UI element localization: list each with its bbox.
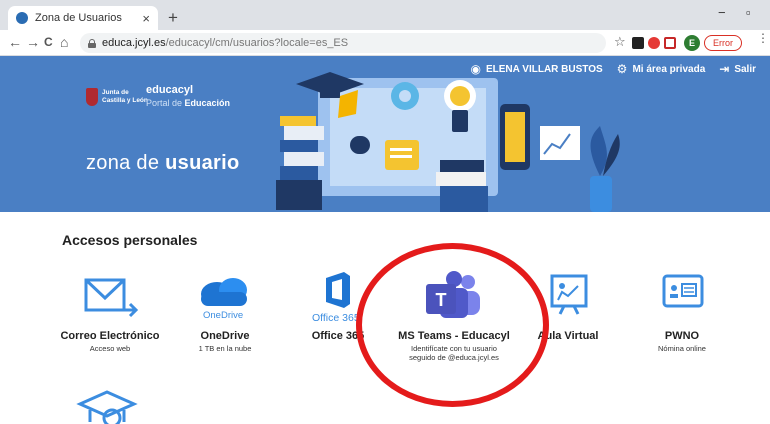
user-name: ELENA VILLAR BUSTOS [485,63,603,75]
browser-tabbar: Zona de Usuarios × + − ▫ [0,0,770,30]
profile-avatar[interactable]: E [684,35,700,51]
close-tab-icon[interactable]: × [142,11,150,26]
header-banner: ◉ ELENA VILLAR BUSTOS ⚙ Mi área privada … [0,56,770,212]
zone-prefix: zona de [86,152,160,174]
banner-illustration [276,72,620,212]
browser-menu-icon[interactable]: ⋮ [757,32,769,44]
bookmark-star-icon[interactable]: ☆ [614,34,626,50]
lock-icon [88,38,96,48]
url-host: educa.jcyl.es [102,37,166,49]
browser-toolbar: ← → C ⌂ educa.jcyl.es /educacyl/cm/usuar… [0,30,770,56]
card-sub: 1 TB en la nube [198,344,252,353]
educacyl-logo[interactable]: educacyl Portal de Educación [146,84,230,110]
browser-tab[interactable]: Zona de Usuarios × [8,6,158,30]
logout-label: Salir [734,63,756,75]
payroll-icon [662,274,704,308]
tab-title: Zona de Usuarios [35,12,122,24]
card-sub: Nómina online [658,344,706,353]
portal-name: educacyl [146,84,194,96]
extension-icon-2[interactable] [648,37,660,49]
reload-button[interactable]: C [44,35,53,49]
address-bar[interactable]: educa.jcyl.es /educacyl/cm/usuarios?loca… [80,33,606,53]
user-bar: ◉ ELENA VILLAR BUSTOS ⚙ Mi área privada … [471,62,770,76]
home-button[interactable]: ⌂ [60,34,68,50]
extension-icon-3[interactable] [664,37,676,49]
portal-sub-bold: Educación [184,98,231,108]
restore-button[interactable]: ▫ [746,5,751,20]
user-menu[interactable]: ◉ ELENA VILLAR BUSTOS [471,62,603,76]
minimize-button[interactable]: − [718,5,726,20]
logout-icon: ⇥ [719,62,730,76]
card-label: PWNO [664,330,700,342]
zone-bold: usuario [165,152,240,174]
back-button[interactable]: ← [8,34,22,50]
org-line1: Junta de [102,89,129,96]
profile-error-badge[interactable]: Error [704,35,742,51]
new-tab-button[interactable]: + [168,8,178,28]
gear-icon: ⚙ [616,62,628,76]
coat-of-arms-icon [86,88,98,106]
site-favicon-icon [16,12,28,24]
url-path: /educacyl/cm/usuarios?locale=es_ES [165,37,349,49]
extension-icon-1[interactable] [632,37,644,49]
org-line2: Castilla y León [102,97,148,104]
logout-link[interactable]: ⇥ Salir [719,62,756,76]
junta-logo[interactable]: Junta de Castilla y León [86,88,148,106]
private-area-label: Mi área privada [632,63,706,75]
private-area-link[interactable]: ⚙ Mi área privada [617,62,706,76]
forward-button[interactable]: → [26,34,40,50]
graduation-cap-icon[interactable] [72,388,142,424]
user-icon: ◉ [470,62,481,76]
section-title: Accesos personales [62,232,198,248]
office-brand-text: Office 365 [312,312,360,324]
onedrive-brand-text: OneDrive [203,310,244,321]
page-title: zona de usuario [86,152,239,175]
highlight-ring [356,243,549,407]
portal-sub-prefix: Portal de [146,98,183,108]
